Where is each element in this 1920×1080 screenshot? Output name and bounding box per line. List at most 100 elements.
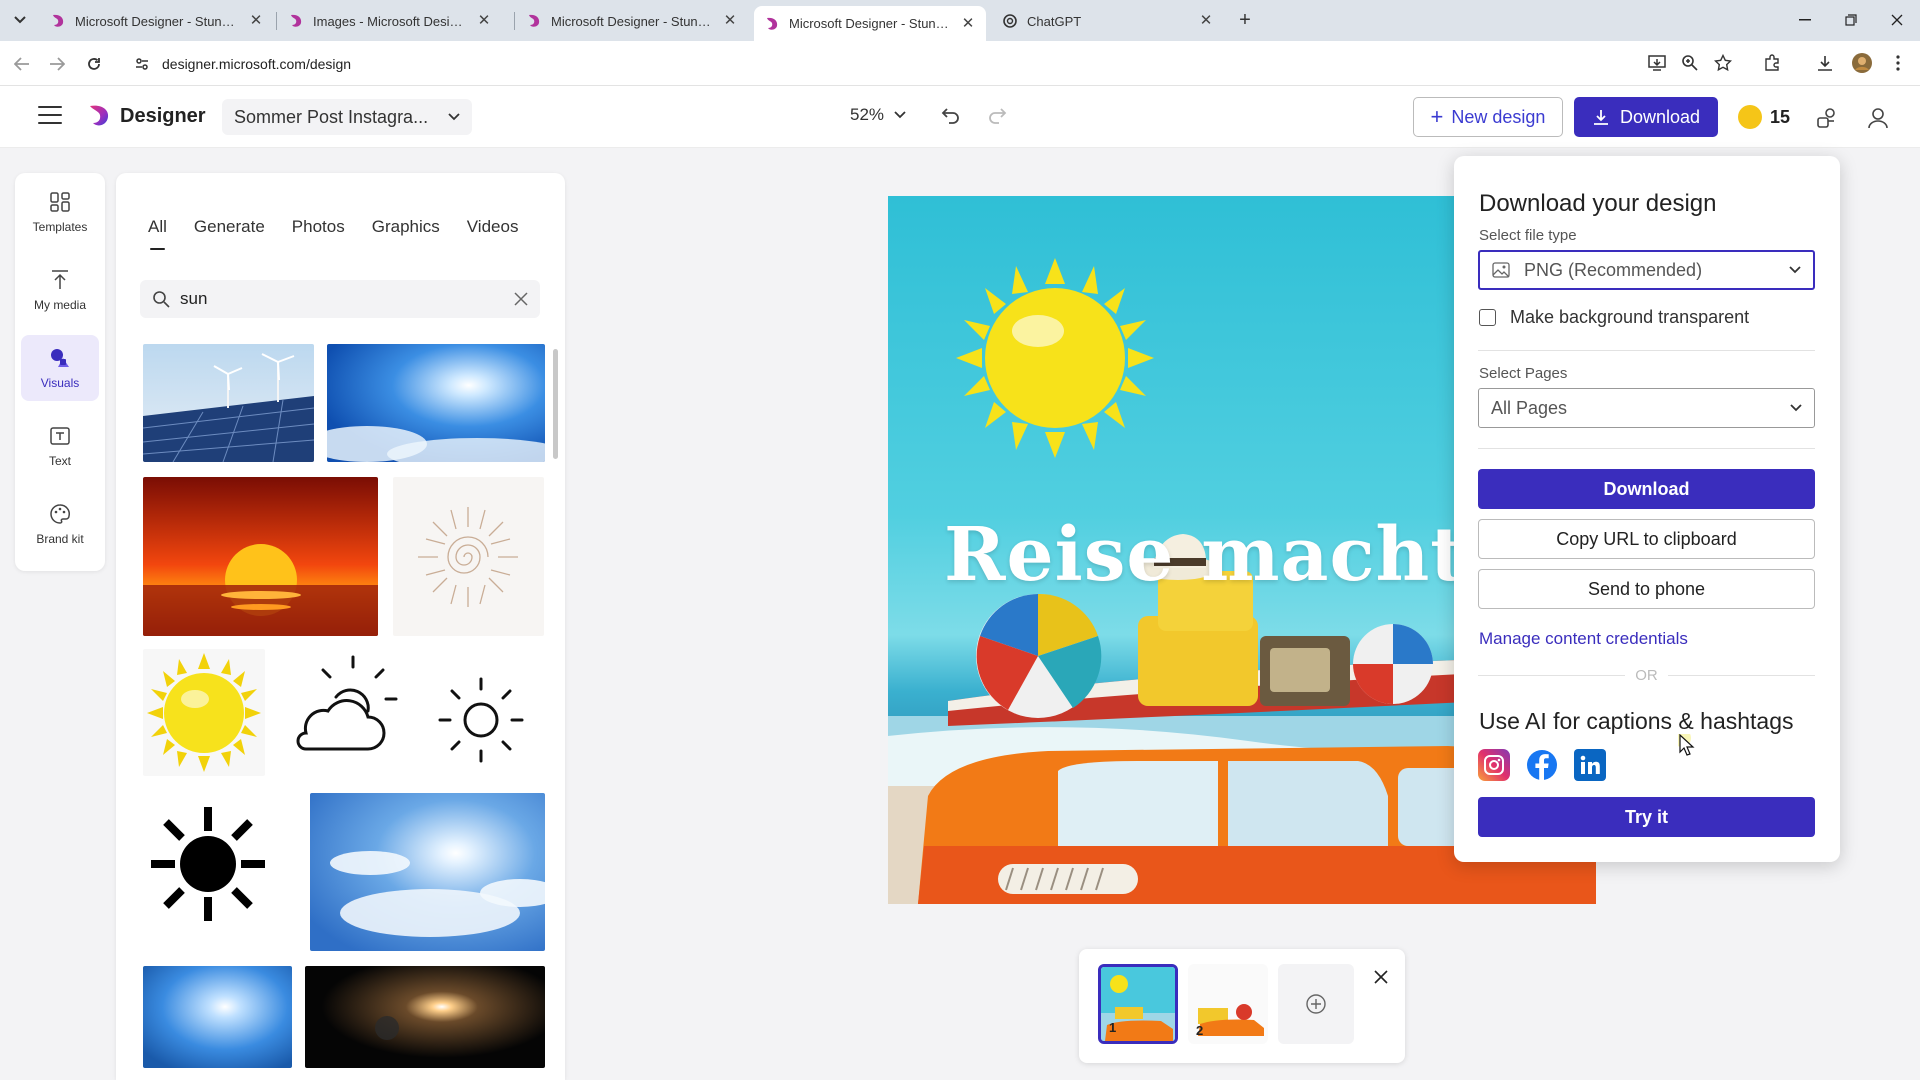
profile-avatar[interactable]: [1850, 51, 1874, 75]
rail-item-brand-kit[interactable]: Brand kit: [21, 491, 99, 557]
rail-item-label: Text: [48, 454, 71, 468]
transparent-background-checkbox[interactable]: Make background transparent: [1479, 307, 1749, 328]
visual-result-sun-cloud-icon[interactable]: [278, 649, 402, 776]
visuals-search-input[interactable]: sun: [140, 280, 540, 318]
close-icon[interactable]: ✕: [248, 13, 264, 29]
visual-result-sun-clouds-photo[interactable]: [310, 793, 545, 951]
reload-icon: [88, 58, 100, 70]
app-header: Designer Sommer Post Instagra... 52% + N…: [0, 86, 1920, 148]
rail-item-visuals[interactable]: Visuals: [21, 335, 99, 401]
browser-tab[interactable]: Images - Microsoft Designer ✕: [278, 6, 502, 36]
share-button[interactable]: [1813, 104, 1841, 132]
close-icon[interactable]: ✕: [1198, 13, 1214, 29]
undo-icon[interactable]: [940, 105, 962, 127]
instagram-icon[interactable]: [1478, 749, 1510, 781]
minimize-icon: [1799, 19, 1811, 21]
plus-icon: +: [1430, 104, 1444, 129]
browser-tab[interactable]: ChatGPT ✕: [992, 6, 1224, 36]
coin-count: 15: [1770, 106, 1791, 127]
download-icon: [1818, 56, 1832, 71]
redo-icon[interactable]: [986, 105, 1008, 127]
page-strip: 1 2: [1079, 949, 1405, 1063]
back-button[interactable]: [9, 51, 35, 77]
file-type-select[interactable]: PNG (Recommended): [1478, 250, 1815, 290]
search-icon: [153, 291, 170, 308]
document-name: Sommer Post Instagra...: [234, 106, 429, 127]
designer-logo[interactable]: Designer: [88, 104, 206, 128]
linkedin-icon[interactable]: [1574, 749, 1606, 781]
tab-title: Microsoft Designer - Stunning designs in…: [789, 16, 952, 31]
tab-photos[interactable]: Photos: [292, 217, 345, 237]
browser-tab-active[interactable]: Microsoft Designer - Stunning designs in…: [754, 6, 986, 41]
browser-menu-button[interactable]: [1886, 51, 1910, 75]
minimize-button[interactable]: [1782, 6, 1828, 34]
bookmark-button[interactable]: [1711, 51, 1735, 75]
browser-tab[interactable]: Microsoft Designer - Stunning designs in…: [516, 6, 748, 36]
tab-generate[interactable]: Generate: [194, 217, 265, 237]
clear-search-icon[interactable]: [514, 292, 528, 306]
zoom-button[interactable]: [1678, 51, 1702, 75]
reload-button[interactable]: [81, 51, 107, 77]
coin-icon: [1738, 105, 1762, 129]
tab-list-button[interactable]: [8, 8, 32, 32]
visual-result-sun-solid-icon[interactable]: [143, 791, 273, 936]
restore-button[interactable]: [1828, 6, 1874, 34]
facebook-icon[interactable]: [1526, 749, 1558, 781]
close-window-button[interactable]: [1874, 6, 1920, 34]
send-to-phone-button[interactable]: Send to phone: [1478, 569, 1815, 609]
divider: [1478, 350, 1815, 351]
designer-favicon-icon: [53, 14, 64, 27]
close-icon[interactable]: ✕: [960, 15, 976, 32]
close-icon[interactable]: ✕: [722, 13, 738, 29]
page-thumbnail-2[interactable]: 2: [1188, 964, 1268, 1044]
tab-title: Microsoft Designer - Stunning designs in…: [75, 13, 240, 29]
visual-result-sun-line-art[interactable]: [393, 477, 544, 636]
rail-item-label: My media: [33, 298, 86, 312]
rail-item-my-media[interactable]: My media: [21, 257, 99, 323]
boost-coins[interactable]: 15: [1738, 105, 1790, 129]
pages-select[interactable]: All Pages: [1478, 388, 1815, 428]
visual-result-sun-sky[interactable]: [327, 344, 545, 462]
pages-value: All Pages: [1491, 397, 1568, 418]
tab-graphics[interactable]: Graphics: [372, 217, 440, 237]
menu-icon[interactable]: [38, 106, 62, 126]
forward-button[interactable]: [44, 51, 70, 77]
tab-all[interactable]: All: [148, 217, 167, 250]
try-ai-button[interactable]: Try it: [1478, 797, 1815, 837]
downloads-button[interactable]: [1813, 51, 1837, 75]
download-button[interactable]: Download: [1478, 469, 1815, 509]
panel-scrollbar[interactable]: [553, 349, 558, 459]
page-thumbnail-1[interactable]: 1: [1098, 964, 1178, 1044]
new-tab-button[interactable]: +: [1232, 8, 1258, 34]
visual-result-sun-dark-space[interactable]: [305, 966, 545, 1068]
copy-url-button[interactable]: Copy URL to clipboard: [1478, 519, 1815, 559]
new-design-button[interactable]: + New design: [1413, 97, 1563, 137]
visual-result-sunset-sea[interactable]: [143, 477, 378, 636]
add-page-button[interactable]: [1278, 964, 1354, 1044]
visual-result-wind-solar[interactable]: [143, 344, 314, 462]
visual-result-cartoon-sun[interactable]: [143, 649, 265, 776]
close-page-strip-button[interactable]: [1370, 966, 1392, 988]
omnibox[interactable]: designer.microsoft.com/design: [124, 47, 1694, 81]
visual-result-sun-outline-icon[interactable]: [416, 649, 540, 776]
checkbox-box[interactable]: [1479, 309, 1496, 326]
document-name-dropdown[interactable]: Sommer Post Instagra...: [222, 99, 472, 135]
zoom-dropdown[interactable]: 52%: [850, 105, 906, 125]
tab-title: Images - Microsoft Designer: [313, 13, 468, 29]
account-button[interactable]: [1864, 104, 1892, 132]
browser-tab-strip: Microsoft Designer - Stunning designs in…: [0, 0, 1920, 41]
rail-item-text[interactable]: Text: [21, 413, 99, 479]
manage-credentials-link[interactable]: Manage content credentials: [1479, 629, 1688, 649]
extensions-button[interactable]: [1760, 51, 1784, 75]
close-icon[interactable]: ✕: [476, 13, 492, 29]
url-text[interactable]: designer.microsoft.com/design: [162, 56, 351, 72]
tab-videos[interactable]: Videos: [467, 217, 519, 237]
visual-result-sun-flare-blue[interactable]: [143, 966, 292, 1068]
browser-tab[interactable]: Microsoft Designer - Stunning designs in…: [40, 6, 274, 36]
ai-captions-title: Use AI for captions & hashtags: [1479, 708, 1794, 734]
header-download-button[interactable]: Download: [1574, 97, 1718, 137]
install-app-button[interactable]: [1645, 51, 1669, 75]
rail-item-templates[interactable]: Templates: [21, 179, 99, 245]
chevron-down-icon: [14, 16, 26, 24]
site-info-icon[interactable]: [128, 50, 156, 78]
